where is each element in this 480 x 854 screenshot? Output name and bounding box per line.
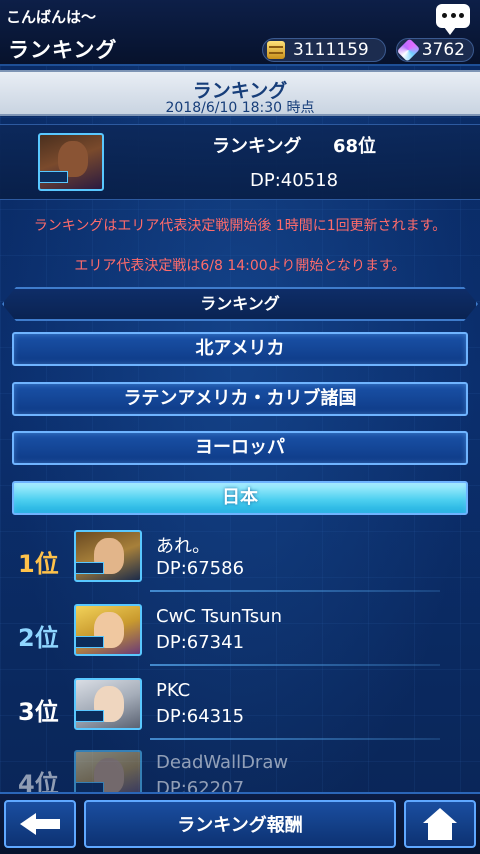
player-name: CwC TsunTsun [156,606,282,627]
home-button[interactable] [404,800,476,848]
my-avatar [38,133,104,191]
ranking-row[interactable]: 3位 PKC DP:64315 [0,670,480,744]
player-dp: DP:67586 [156,558,245,579]
my-dp-value: DP:40518 [250,170,339,191]
gold-amount: 3111159 [293,40,369,60]
gold-coin-icon [267,41,285,59]
greeting-text: こんばんは〜 [6,8,97,26]
home-icon [423,808,457,840]
band-date: 2018/6/10 18:30 時点 [165,100,315,116]
notice-update: ランキングはエリア代表決定戦開始後 1時間に1回更新されます。 [33,218,447,234]
back-arrow-icon [20,813,60,835]
row-divider [150,664,440,666]
row-divider [150,738,440,740]
ranking-reward-label: ランキング報酬 [177,815,303,836]
player-avatar [74,604,142,656]
gem-icon [396,38,420,62]
gem-counter: 3762 [396,38,474,62]
player-name: あれ。 [156,536,211,557]
chat-bubble-icon[interactable] [436,4,470,35]
back-button[interactable] [4,800,76,848]
gold-counter: 3111159 [262,38,386,62]
ranking-reward-button[interactable]: ランキング報酬 [84,800,396,848]
top-bar: こんばんは〜 ランキング 3111159 3762 [0,0,480,66]
ranking-row[interactable]: 1位 あれ。 DP:67586 [0,522,480,596]
gem-amount: 3762 [421,40,465,60]
region-north-america-button[interactable]: 北アメリカ [12,332,468,366]
rank-position: 2位 [18,624,59,652]
rank-position: 3位 [18,698,59,726]
player-dp: DP:67341 [156,632,245,653]
region-latin-america-button[interactable]: ラテンアメリカ・カリブ諸国 [12,382,468,416]
ranking-row[interactable]: 2位 CwC TsunTsun DP:67341 [0,596,480,670]
bottom-bar: ランキング報酬 [0,792,480,854]
rank-position: 1位 [18,550,59,578]
region-japan-button[interactable]: 日本 [12,481,468,515]
notice-start: エリア代表決定戦は6/8 14:00より開始となります。 [74,258,406,274]
ranking-title-band: ランキング 2018/6/10 18:30 時点 [0,70,480,116]
region-europe-button[interactable]: ヨーロッパ [12,431,468,465]
player-avatar [74,678,142,730]
player-avatar [74,530,142,582]
category-header: ランキング [2,287,478,321]
my-rank-value: 68位 [333,136,377,157]
player-dp: DP:64315 [156,706,245,727]
my-ranking-label: ランキング [212,136,302,157]
row-divider [150,590,440,592]
screen-title: ランキング [8,38,118,62]
player-name: PKC [156,680,191,701]
player-name: DeadWallDraw [156,752,289,773]
